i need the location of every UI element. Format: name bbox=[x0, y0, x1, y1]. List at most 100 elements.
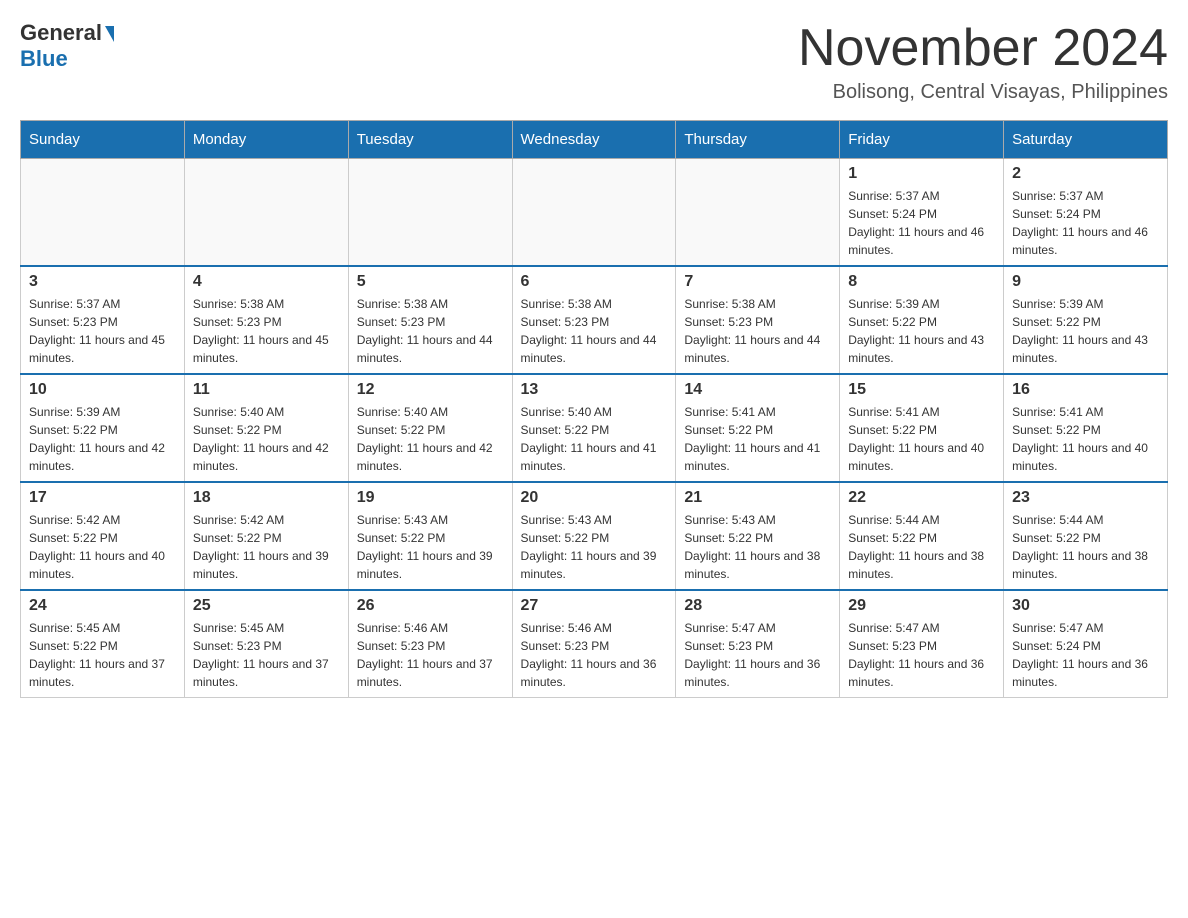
day-number: 23 bbox=[1012, 489, 1159, 507]
calendar-cell: 22 Sunrise: 5:44 AM Sunset: 5:22 PM Dayli… bbox=[840, 482, 1004, 590]
page-title: November 2024 bbox=[798, 20, 1168, 77]
calendar-cell: 27 Sunrise: 5:46 AM Sunset: 5:23 PM Dayli… bbox=[512, 590, 676, 698]
day-info: Sunrise: 5:40 AM Sunset: 5:22 PM Dayligh… bbox=[521, 403, 668, 475]
calendar-cell: 30Sunrise: 5:47 AM Sunset: 5:24 PM Dayli… bbox=[1004, 590, 1168, 698]
calendar-cell: 20 Sunrise: 5:43 AM Sunset: 5:22 PM Dayli… bbox=[512, 482, 676, 590]
calendar-header-row: SundayMondayTuesdayWednesdayThursdayFrid… bbox=[21, 121, 1168, 159]
day-info: Sunrise: 5:47 AM Sunset: 5:23 PM Dayligh… bbox=[684, 619, 831, 691]
logo: General Blue bbox=[20, 20, 114, 72]
page-subtitle: Bolisong, Central Visayas, Philippines bbox=[798, 81, 1168, 104]
calendar-week-row: 10 Sunrise: 5:39 AM Sunset: 5:22 PM Dayli… bbox=[21, 374, 1168, 482]
day-number: 17 bbox=[29, 489, 176, 507]
title-section: November 2024 Bolisong, Central Visayas,… bbox=[798, 20, 1168, 104]
day-number: 7 bbox=[684, 273, 831, 291]
calendar-cell: 13 Sunrise: 5:40 AM Sunset: 5:22 PM Dayli… bbox=[512, 374, 676, 482]
day-number: 12 bbox=[357, 381, 504, 399]
day-number: 27 bbox=[521, 597, 668, 615]
day-info: Sunrise: 5:46 AM Sunset: 5:23 PM Dayligh… bbox=[521, 619, 668, 691]
day-info: Sunrise: 5:38 AM Sunset: 5:23 PM Dayligh… bbox=[357, 295, 504, 367]
calendar-cell: 19 Sunrise: 5:43 AM Sunset: 5:22 PM Dayli… bbox=[348, 482, 512, 590]
calendar-cell: 9Sunrise: 5:39 AM Sunset: 5:22 PM Daylig… bbox=[1004, 266, 1168, 374]
day-number: 20 bbox=[521, 489, 668, 507]
day-number: 5 bbox=[357, 273, 504, 291]
day-info: Sunrise: 5:41 AM Sunset: 5:22 PM Dayligh… bbox=[1012, 403, 1159, 475]
calendar-day-header: Friday bbox=[840, 121, 1004, 159]
day-number: 10 bbox=[29, 381, 176, 399]
day-info: Sunrise: 5:41 AM Sunset: 5:22 PM Dayligh… bbox=[684, 403, 831, 475]
calendar-cell: 26 Sunrise: 5:46 AM Sunset: 5:23 PM Dayli… bbox=[348, 590, 512, 698]
calendar-cell bbox=[184, 159, 348, 267]
day-number: 24 bbox=[29, 597, 176, 615]
calendar-cell: 3 Sunrise: 5:37 AM Sunset: 5:23 PM Daylig… bbox=[21, 266, 185, 374]
logo-general-text: General bbox=[20, 20, 102, 46]
day-number: 8 bbox=[848, 273, 995, 291]
calendar-week-row: 3 Sunrise: 5:37 AM Sunset: 5:23 PM Daylig… bbox=[21, 266, 1168, 374]
calendar-day-header: Wednesday bbox=[512, 121, 676, 159]
day-number: 13 bbox=[521, 381, 668, 399]
calendar-day-header: Tuesday bbox=[348, 121, 512, 159]
day-info: Sunrise: 5:39 AM Sunset: 5:22 PM Dayligh… bbox=[848, 295, 995, 367]
day-info: Sunrise: 5:40 AM Sunset: 5:22 PM Dayligh… bbox=[193, 403, 340, 475]
day-info: Sunrise: 5:46 AM Sunset: 5:23 PM Dayligh… bbox=[357, 619, 504, 691]
day-number: 19 bbox=[357, 489, 504, 507]
page-header: General Blue November 2024 Bolisong, Cen… bbox=[20, 20, 1168, 104]
calendar-cell: 11 Sunrise: 5:40 AM Sunset: 5:22 PM Dayli… bbox=[184, 374, 348, 482]
day-number: 14 bbox=[684, 381, 831, 399]
day-number: 6 bbox=[521, 273, 668, 291]
day-info: Sunrise: 5:44 AM Sunset: 5:22 PM Dayligh… bbox=[1012, 511, 1159, 583]
day-info: Sunrise: 5:43 AM Sunset: 5:22 PM Dayligh… bbox=[521, 511, 668, 583]
day-info: Sunrise: 5:45 AM Sunset: 5:22 PM Dayligh… bbox=[29, 619, 176, 691]
day-info: Sunrise: 5:42 AM Sunset: 5:22 PM Dayligh… bbox=[193, 511, 340, 583]
day-info: Sunrise: 5:37 AM Sunset: 5:23 PM Dayligh… bbox=[29, 295, 176, 367]
day-info: Sunrise: 5:42 AM Sunset: 5:22 PM Dayligh… bbox=[29, 511, 176, 583]
calendar-cell: 18Sunrise: 5:42 AM Sunset: 5:22 PM Dayli… bbox=[184, 482, 348, 590]
calendar-cell: 17 Sunrise: 5:42 AM Sunset: 5:22 PM Dayli… bbox=[21, 482, 185, 590]
day-info: Sunrise: 5:43 AM Sunset: 5:22 PM Dayligh… bbox=[684, 511, 831, 583]
calendar-week-row: 24 Sunrise: 5:45 AM Sunset: 5:22 PM Dayli… bbox=[21, 590, 1168, 698]
day-info: Sunrise: 5:38 AM Sunset: 5:23 PM Dayligh… bbox=[521, 295, 668, 367]
logo-blue-text: Blue bbox=[20, 46, 68, 72]
calendar-cell: 12 Sunrise: 5:40 AM Sunset: 5:22 PM Dayli… bbox=[348, 374, 512, 482]
calendar-cell: 5 Sunrise: 5:38 AM Sunset: 5:23 PM Daylig… bbox=[348, 266, 512, 374]
calendar-cell: 15 Sunrise: 5:41 AM Sunset: 5:22 PM Dayli… bbox=[840, 374, 1004, 482]
calendar-day-header: Thursday bbox=[676, 121, 840, 159]
calendar-cell: 14 Sunrise: 5:41 AM Sunset: 5:22 PM Dayli… bbox=[676, 374, 840, 482]
calendar-cell: 4Sunrise: 5:38 AM Sunset: 5:23 PM Daylig… bbox=[184, 266, 348, 374]
day-info: Sunrise: 5:38 AM Sunset: 5:23 PM Dayligh… bbox=[684, 295, 831, 367]
day-number: 22 bbox=[848, 489, 995, 507]
day-number: 15 bbox=[848, 381, 995, 399]
day-number: 26 bbox=[357, 597, 504, 615]
day-number: 21 bbox=[684, 489, 831, 507]
day-number: 2 bbox=[1012, 165, 1159, 183]
day-info: Sunrise: 5:37 AM Sunset: 5:24 PM Dayligh… bbox=[1012, 187, 1159, 259]
calendar-cell: 1 Sunrise: 5:37 AM Sunset: 5:24 PM Daylig… bbox=[840, 159, 1004, 267]
calendar-cell: 29Sunrise: 5:47 AM Sunset: 5:23 PM Dayli… bbox=[840, 590, 1004, 698]
calendar-cell: 7 Sunrise: 5:38 AM Sunset: 5:23 PM Daylig… bbox=[676, 266, 840, 374]
calendar-table: SundayMondayTuesdayWednesdayThursdayFrid… bbox=[20, 120, 1168, 698]
calendar-cell bbox=[512, 159, 676, 267]
calendar-cell: 8 Sunrise: 5:39 AM Sunset: 5:22 PM Daylig… bbox=[840, 266, 1004, 374]
day-info: Sunrise: 5:43 AM Sunset: 5:22 PM Dayligh… bbox=[357, 511, 504, 583]
calendar-cell bbox=[21, 159, 185, 267]
day-info: Sunrise: 5:40 AM Sunset: 5:22 PM Dayligh… bbox=[357, 403, 504, 475]
calendar-day-header: Sunday bbox=[21, 121, 185, 159]
day-number: 1 bbox=[848, 165, 995, 183]
day-number: 30 bbox=[1012, 597, 1159, 615]
day-info: Sunrise: 5:45 AM Sunset: 5:23 PM Dayligh… bbox=[193, 619, 340, 691]
calendar-cell: 2 Sunrise: 5:37 AM Sunset: 5:24 PM Daylig… bbox=[1004, 159, 1168, 267]
calendar-cell: 28 Sunrise: 5:47 AM Sunset: 5:23 PM Dayli… bbox=[676, 590, 840, 698]
calendar-week-row: 17 Sunrise: 5:42 AM Sunset: 5:22 PM Dayli… bbox=[21, 482, 1168, 590]
day-number: 3 bbox=[29, 273, 176, 291]
calendar-day-header: Monday bbox=[184, 121, 348, 159]
day-number: 4 bbox=[193, 273, 340, 291]
day-number: 11 bbox=[193, 381, 340, 399]
day-info: Sunrise: 5:41 AM Sunset: 5:22 PM Dayligh… bbox=[848, 403, 995, 475]
day-info: Sunrise: 5:44 AM Sunset: 5:22 PM Dayligh… bbox=[848, 511, 995, 583]
day-number: 16 bbox=[1012, 381, 1159, 399]
day-number: 9 bbox=[1012, 273, 1159, 291]
day-number: 28 bbox=[684, 597, 831, 615]
day-info: Sunrise: 5:37 AM Sunset: 5:24 PM Dayligh… bbox=[848, 187, 995, 259]
day-info: Sunrise: 5:39 AM Sunset: 5:22 PM Dayligh… bbox=[29, 403, 176, 475]
calendar-cell: 23 Sunrise: 5:44 AM Sunset: 5:22 PM Dayli… bbox=[1004, 482, 1168, 590]
calendar-cell bbox=[348, 159, 512, 267]
